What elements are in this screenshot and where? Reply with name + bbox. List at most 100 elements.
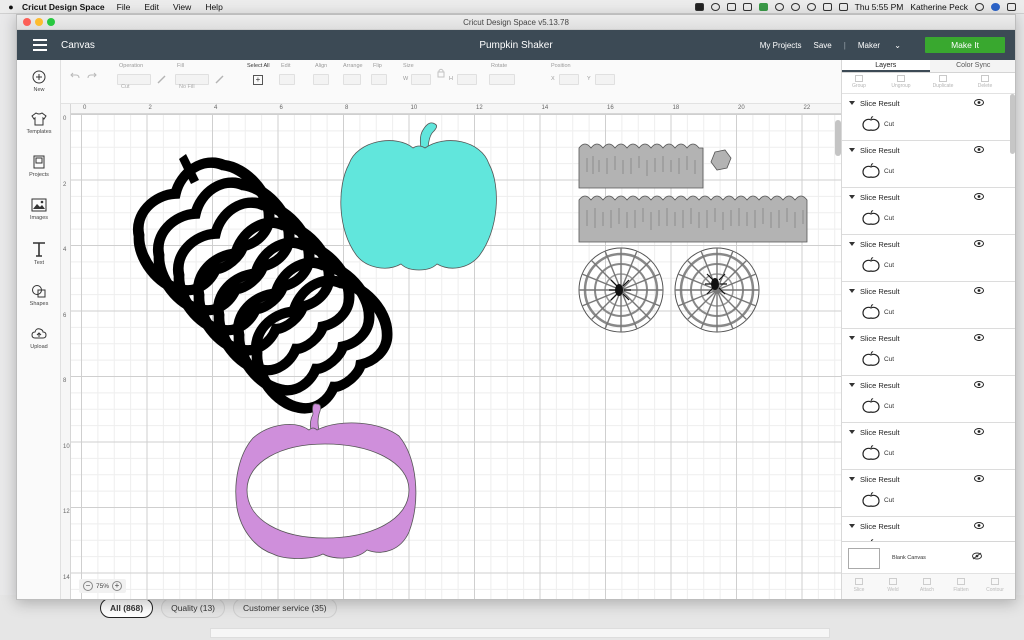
notification-center-icon[interactable]	[1007, 2, 1016, 11]
user-name[interactable]: Katherine Peck	[910, 2, 968, 12]
spider-web-right[interactable]	[674, 247, 760, 333]
eye-icon[interactable]	[974, 381, 984, 388]
slice-button[interactable]: Slice	[844, 578, 874, 593]
expand-caret-icon[interactable]	[849, 148, 855, 152]
display-icon[interactable]	[726, 2, 736, 11]
eye-icon[interactable]	[974, 287, 984, 294]
layer-row[interactable]: Slice ResultCut	[842, 94, 1015, 141]
eye-icon[interactable]	[974, 146, 984, 153]
save-button[interactable]: Save	[814, 41, 832, 50]
wifi-icon[interactable]	[806, 2, 816, 11]
layer-row[interactable]: Slice ResultCut	[842, 517, 1015, 541]
attach-button[interactable]: Attach	[912, 578, 942, 593]
tab-color-sync[interactable]: Color Sync	[929, 60, 1015, 72]
projects-button[interactable]: Projects	[17, 155, 61, 178]
lock-icon[interactable]	[437, 68, 445, 78]
teal-pumpkin[interactable]	[340, 122, 497, 271]
duplicate-button[interactable]: Duplicate	[928, 75, 958, 89]
expand-caret-icon[interactable]	[849, 195, 855, 199]
zoom-out-button[interactable]: −	[83, 581, 93, 591]
width-input[interactable]	[411, 74, 431, 85]
siri-icon[interactable]	[991, 2, 1000, 11]
app-menu[interactable]: Cricut Design Space	[22, 2, 105, 12]
menu-edit[interactable]: Edit	[144, 2, 159, 12]
new-button[interactable]: New	[17, 70, 61, 93]
backup-icon[interactable]	[742, 2, 752, 11]
blank-canvas-layer[interactable]: Blank Canvas	[842, 541, 1015, 573]
expand-caret-icon[interactable]	[849, 477, 855, 481]
volume-icon[interactable]	[822, 2, 832, 11]
bg-tab-customer-service[interactable]: Customer service (35)	[233, 598, 337, 618]
layer-row[interactable]: Slice ResultCut	[842, 423, 1015, 470]
expand-caret-icon[interactable]	[849, 524, 855, 528]
bg-tab-quality[interactable]: Quality (13)	[161, 598, 226, 618]
shapes-button[interactable]: Shapes	[17, 284, 61, 307]
spotlight-icon[interactable]	[975, 2, 984, 11]
expand-caret-icon[interactable]	[849, 383, 855, 387]
eye-icon[interactable]	[974, 99, 984, 106]
eye-icon[interactable]	[974, 193, 984, 200]
contour-button[interactable]: Contour	[980, 578, 1010, 593]
pen-icon[interactable]	[157, 74, 167, 84]
eye-icon[interactable]	[974, 334, 984, 341]
gray-trim-long[interactable]	[578, 195, 808, 243]
clock[interactable]: Thu 5:55 PM	[855, 2, 904, 12]
layer-row[interactable]: Slice ResultCut	[842, 470, 1015, 517]
images-button[interactable]: Images	[17, 198, 61, 221]
my-projects-link[interactable]: My Projects	[760, 41, 802, 50]
hamburger-menu-icon[interactable]	[33, 39, 47, 51]
layer-row[interactable]: Slice ResultCut	[842, 141, 1015, 188]
machine-select[interactable]: Maker ⌄	[858, 41, 913, 50]
arrange-dropdown[interactable]	[343, 74, 361, 85]
expand-caret-icon[interactable]	[849, 242, 855, 246]
tab-layers[interactable]: Layers	[842, 60, 930, 72]
expand-caret-icon[interactable]	[849, 430, 855, 434]
menu-view[interactable]: View	[173, 2, 191, 12]
layers-scrollbar[interactable]	[1010, 94, 1015, 154]
ungroup-button[interactable]: Ungroup	[886, 75, 916, 89]
eye-icon[interactable]	[974, 522, 984, 529]
eye-hidden-icon[interactable]	[972, 552, 982, 560]
layer-row[interactable]: Slice ResultCut	[842, 235, 1015, 282]
text-button[interactable]: Text	[17, 241, 61, 266]
weld-button[interactable]: Weld	[878, 578, 908, 593]
redo-icon[interactable]	[87, 72, 97, 80]
layer-row[interactable]: Slice ResultCut	[842, 282, 1015, 329]
layer-row[interactable]: Slice ResultCut	[842, 376, 1015, 423]
rotate-input[interactable]	[489, 74, 515, 85]
eye-icon[interactable]	[974, 428, 984, 435]
eye-icon[interactable]	[974, 240, 984, 247]
select-all-button[interactable]: +	[253, 75, 263, 85]
upload-button[interactable]: Upload	[17, 327, 61, 350]
gray-small-badge[interactable]	[710, 149, 732, 171]
spider-web-left[interactable]	[578, 247, 664, 333]
design-canvas[interactable]: 0 2 4 6 8 10 12 14 16 18 20 22 0 2 4 6 8 10 12 14	[61, 104, 841, 599]
fill-select[interactable]: No Fill	[175, 74, 209, 90]
bluetooth-icon[interactable]	[790, 2, 800, 11]
make-it-button[interactable]: Make It	[925, 37, 1005, 53]
purple-pumpkin-frame[interactable]	[235, 403, 417, 559]
fill-pen-icon[interactable]	[215, 74, 225, 84]
status-app-icon[interactable]	[694, 2, 704, 11]
layer-row[interactable]: Slice ResultCut	[842, 188, 1015, 235]
time-machine-icon[interactable]	[774, 2, 784, 11]
menu-help[interactable]: Help	[205, 2, 222, 12]
evernote-icon[interactable]	[758, 2, 768, 11]
undo-icon[interactable]	[70, 72, 80, 80]
layer-row[interactable]: Slice ResultCut	[842, 329, 1015, 376]
zoom-in-button[interactable]: +	[112, 581, 123, 591]
expand-caret-icon[interactable]	[849, 101, 855, 105]
height-input[interactable]	[457, 74, 477, 85]
eye-icon[interactable]	[974, 475, 984, 482]
delete-button[interactable]: Delete	[970, 75, 1000, 89]
expand-caret-icon[interactable]	[849, 336, 855, 340]
operation-select[interactable]: Cut	[117, 74, 151, 90]
apple-icon[interactable]: ●	[0, 2, 22, 12]
edit-dropdown[interactable]	[279, 74, 295, 85]
group-button[interactable]: Group	[844, 75, 874, 89]
align-dropdown[interactable]	[313, 74, 329, 85]
battery-icon[interactable]	[838, 2, 848, 11]
y-input[interactable]	[595, 74, 615, 85]
menu-file[interactable]: File	[117, 2, 131, 12]
flip-dropdown[interactable]	[371, 74, 387, 85]
